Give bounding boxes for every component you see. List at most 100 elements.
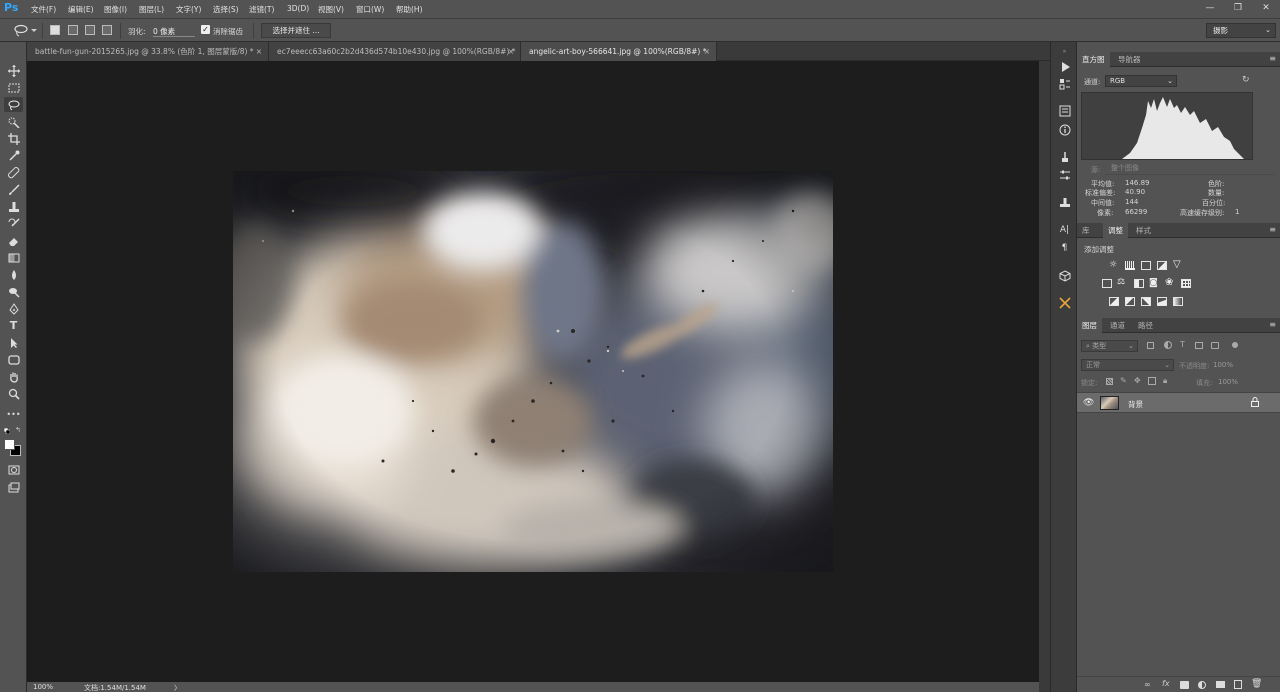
path-selection-tool[interactable] <box>4 335 23 350</box>
new-selection-button[interactable] <box>50 25 60 35</box>
close-icon[interactable]: × <box>256 42 262 61</box>
menu-3d[interactable]: 3D(D) <box>287 4 309 13</box>
feather-input[interactable]: 0 像素 <box>153 24 195 37</box>
menu-edit[interactable]: 编辑(E) <box>68 4 94 15</box>
lasso-preset-picker[interactable] <box>12 23 38 38</box>
black-white-icon[interactable] <box>1134 279 1144 288</box>
tab-libraries[interactable]: 库 <box>1077 223 1095 238</box>
fx-icon[interactable]: fx <box>1162 679 1170 688</box>
color-lookup-icon[interactable] <box>1181 279 1191 288</box>
curves-icon[interactable] <box>1141 261 1151 270</box>
lasso-tool[interactable] <box>4 97 23 112</box>
tab-navigator[interactable]: 导航器 <box>1113 52 1146 67</box>
filter-adjustment-icon[interactable] <box>1164 341 1172 349</box>
filter-toggle-icon[interactable] <box>1232 342 1238 348</box>
character-button[interactable]: A| <box>1057 223 1072 237</box>
trash-icon[interactable]: 🗑︎ <box>1251 679 1262 689</box>
quick-mask-button[interactable] <box>4 462 23 477</box>
history-brush-tool[interactable] <box>4 216 23 231</box>
menu-filter[interactable]: 滤镜(T) <box>249 4 274 15</box>
posterize-icon[interactable] <box>1125 297 1135 306</box>
lock-all-icon[interactable]: 🔒︎ <box>1163 376 1167 386</box>
menu-file[interactable]: 文件(F) <box>31 4 56 15</box>
exposure-icon[interactable] <box>1157 261 1167 270</box>
add-mask-icon[interactable] <box>1180 681 1189 689</box>
fill-input[interactable]: 100% <box>1218 376 1244 388</box>
info-button[interactable] <box>1057 123 1072 137</box>
foreground-color-swatch[interactable] <box>4 439 15 450</box>
panel-menu-icon[interactable]: ≡ <box>1269 55 1276 63</box>
brush-tool[interactable] <box>4 182 23 197</box>
3d-button[interactable] <box>1057 269 1072 283</box>
collapse-icon[interactable]: » <box>1051 48 1078 55</box>
new-group-icon[interactable] <box>1216 681 1225 688</box>
hand-tool[interactable] <box>4 369 23 384</box>
quick-selection-tool[interactable] <box>4 114 23 129</box>
gradient-map-icon[interactable] <box>1173 297 1183 306</box>
hue-saturation-icon[interactable] <box>1102 279 1112 288</box>
type-tool[interactable]: T <box>4 318 23 333</box>
workspace-select[interactable]: 摄影 ⌄ <box>1206 23 1276 38</box>
close-button[interactable]: ✕ <box>1259 2 1273 14</box>
filter-smart-object-icon[interactable] <box>1211 342 1219 349</box>
pen-tool[interactable] <box>4 301 23 316</box>
color-balance-icon[interactable]: ⚖ <box>1117 277 1125 287</box>
select-and-mask-button[interactable]: 选择并遮住 ... <box>261 23 331 38</box>
close-icon[interactable]: × <box>704 42 710 61</box>
blend-mode-select[interactable]: 正常 ⌄ <box>1081 359 1174 371</box>
layer-row-background[interactable]: 👁︎ 背景 <box>1077 392 1280 413</box>
lock-transparency-icon[interactable] <box>1106 378 1113 385</box>
crop-tool[interactable] <box>4 131 23 146</box>
source-select[interactable]: 整个图像 <box>1105 163 1275 175</box>
default-colors-button[interactable] <box>3 427 11 435</box>
properties-button[interactable] <box>1057 104 1072 118</box>
close-icon[interactable]: × <box>508 42 514 61</box>
menu-layer[interactable]: 图层(L) <box>139 4 164 15</box>
tab-paths[interactable]: 路径 <box>1133 318 1158 333</box>
minimize-button[interactable]: — <box>1203 2 1217 14</box>
tab-angelic-art-boy[interactable]: angelic-art-boy-566641.jpg @ 100%(RGB/8#… <box>521 42 717 61</box>
menu-view[interactable]: 视图(V) <box>318 4 344 15</box>
tab-layers[interactable]: 图层 <box>1077 318 1102 333</box>
menu-type[interactable]: 文字(Y) <box>176 4 201 15</box>
menu-help[interactable]: 帮助(H) <box>396 4 423 15</box>
status-menu-arrow[interactable]: 〉 <box>174 683 181 692</box>
play-button[interactable] <box>1057 60 1072 74</box>
screen-mode-button[interactable] <box>4 480 23 495</box>
shape-tool[interactable] <box>4 352 23 367</box>
filter-shape-icon[interactable] <box>1195 342 1203 349</box>
filter-type-icon[interactable]: T <box>1180 340 1185 349</box>
channel-mixer-icon[interactable]: ❀ <box>1165 277 1173 288</box>
paragraph-button[interactable]: ¶ <box>1057 241 1072 255</box>
adjust-sliders-button[interactable] <box>1057 168 1072 182</box>
levels-icon[interactable] <box>1125 261 1135 270</box>
tool-presets-button[interactable] <box>1057 296 1072 310</box>
refresh-icon[interactable]: ↻ <box>1242 75 1250 85</box>
menu-window[interactable]: 窗口(W) <box>356 4 384 15</box>
opacity-input[interactable]: 100% <box>1213 359 1239 371</box>
tab-styles[interactable]: 样式 <box>1131 223 1156 238</box>
tab-ec7eeecc[interactable]: ec7eeecc63a60c2b2d436d574b10e430.jpg @ 1… <box>269 42 521 61</box>
panel-menu-icon[interactable]: ≡ <box>1269 321 1276 329</box>
filter-pixel-icon[interactable] <box>1147 342 1154 349</box>
blur-tool[interactable] <box>4 267 23 282</box>
tab-battle-fun-gun[interactable]: battle-fun-gun-2015265.jpg @ 33.8% (色阶 1… <box>27 42 269 61</box>
menu-select[interactable]: 选择(S) <box>213 4 239 15</box>
gradient-tool[interactable] <box>4 250 23 265</box>
edit-toolbar-button[interactable]: ••• <box>4 407 23 422</box>
link-layers-icon[interactable]: ∞ <box>1144 680 1151 689</box>
new-layer-icon[interactable] <box>1234 680 1242 689</box>
selective-color-icon[interactable] <box>1157 297 1167 306</box>
tab-adjustments[interactable]: 调整 <box>1103 223 1128 238</box>
actions-button[interactable] <box>1057 77 1072 91</box>
threshold-icon[interactable] <box>1141 297 1151 306</box>
move-tool[interactable] <box>4 63 23 78</box>
zoom-level[interactable]: 100% <box>33 683 53 691</box>
tab-histogram[interactable]: 直方图 <box>1077 52 1110 67</box>
dodge-tool[interactable] <box>4 284 23 299</box>
lock-artboard-icon[interactable] <box>1148 377 1156 385</box>
restore-button[interactable]: ❐ <box>1231 2 1245 14</box>
clone-source-button[interactable] <box>1057 195 1072 209</box>
brush-settings-button[interactable] <box>1057 150 1072 164</box>
lock-position-icon[interactable]: ✥ <box>1134 376 1141 385</box>
